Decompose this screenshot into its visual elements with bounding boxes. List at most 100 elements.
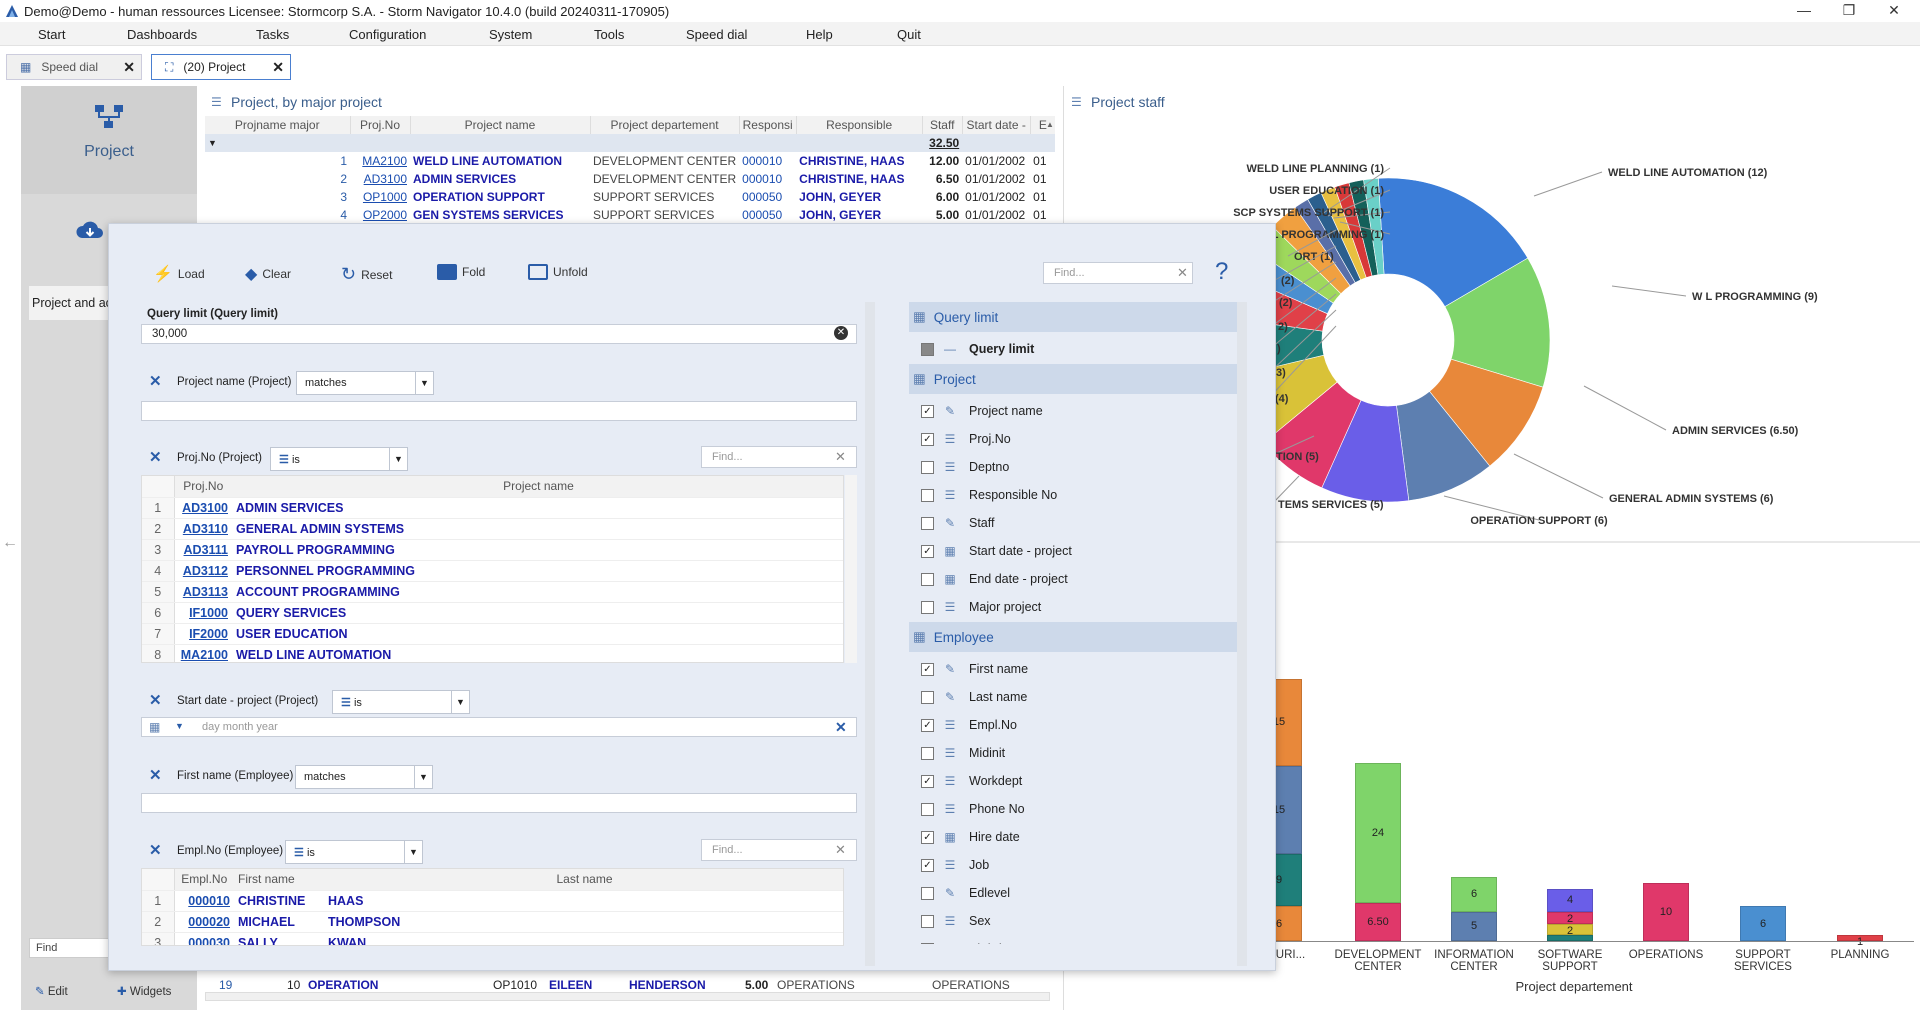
tree-item-hire-date[interactable]: ✓ ▦ Hire date <box>921 824 1020 850</box>
tree-item-birthdate[interactable]: ▦ Birthdate <box>921 936 1019 944</box>
col-header[interactable]: Responsible <box>796 116 923 134</box>
menu-tools[interactable]: Tools <box>594 27 624 42</box>
cloud-download-icon[interactable] <box>76 220 104 242</box>
remove-filter-icon[interactable]: ✕ <box>149 691 162 709</box>
col-header[interactable]: Project departement <box>590 116 740 134</box>
proj-no-find-input[interactable]: Find... <box>701 446 857 468</box>
edit-button[interactable]: ✎ Edit <box>35 984 68 998</box>
expand-icon[interactable]: ▼ <box>901 312 902 322</box>
list-item[interactable]: 4 AD3112 PERSONNEL PROGRAMMING <box>142 560 843 582</box>
list-item[interactable]: 7 IF2000 USER EDUCATION <box>142 623 843 645</box>
tab-speed-dial[interactable]: ▦ Speed dial ✕ <box>6 54 142 80</box>
proj-no-link[interactable]: MA2100 <box>350 152 410 170</box>
list-item[interactable]: 1 AD3100 ADMIN SERVICES <box>142 497 843 519</box>
dialog-find-input[interactable]: Find... <box>1043 262 1193 284</box>
table-row[interactable]: 2 AD3100 ADMIN SERVICES DEVELOPMENT CENTER 0… <box>205 170 1055 188</box>
calendar-icon[interactable]: ▦ <box>149 720 160 734</box>
start-date-input[interactable]: day month year <box>141 717 857 737</box>
checkbox[interactable] <box>921 942 934 944</box>
proj-no-link[interactable]: AD3100 <box>350 170 410 188</box>
proj-no-link[interactable]: OP2000 <box>350 206 410 224</box>
expand-icon[interactable]: ▼ <box>205 134 350 152</box>
chevron-down-icon[interactable]: ▼ <box>175 721 184 731</box>
tree-item-deptno[interactable]: ☰ Deptno <box>921 454 1009 480</box>
checkbox[interactable] <box>921 746 934 760</box>
bar-segment[interactable]: 4 <box>1547 888 1593 912</box>
query-limit-input[interactable]: 30,000 <box>141 324 857 344</box>
first-name-input[interactable] <box>141 793 857 813</box>
col-header[interactable]: Responsi <box>739 116 797 134</box>
checkbox[interactable] <box>921 600 934 614</box>
project-name-input[interactable] <box>141 401 857 421</box>
checkbox[interactable] <box>921 802 934 816</box>
tree-item-workdept[interactable]: ✓ ☰ Workdept <box>921 768 1022 794</box>
close-tab-icon[interactable]: ✕ <box>272 59 284 76</box>
col-header[interactable]: Empl.No <box>174 869 234 891</box>
menu-icon[interactable]: ☰ <box>211 95 222 109</box>
bar-segment[interactable]: 6.50 <box>1355 903 1401 941</box>
list-item[interactable]: 5 AD3113 ACCOUNT PROGRAMMING <box>142 581 843 603</box>
tree-item-major-project[interactable]: ☰ Major project <box>921 594 1041 620</box>
checkbox[interactable]: ✓ <box>921 858 934 872</box>
col-header[interactable]: Project name <box>410 116 591 134</box>
tree-item-query-limit[interactable]: — Query limit <box>921 336 1034 362</box>
sidebar-find-input[interactable]: Find <box>29 938 119 958</box>
clear-button[interactable]: ◆ Clear <box>245 264 291 284</box>
tree-item-midinit[interactable]: ☰ Midinit <box>921 740 1005 766</box>
menu-quit[interactable]: Quit <box>897 27 921 42</box>
menu-start[interactable]: Start <box>38 27 65 42</box>
col-header[interactable]: Last name <box>324 869 843 891</box>
tree-group-query-limit[interactable]: ▼ ▦ Query limit <box>901 302 1241 332</box>
operator-select[interactable]: ☰ is ▼ <box>332 690 470 714</box>
clear-find-icon[interactable]: ✕ <box>835 449 846 465</box>
operator-select[interactable]: ☰ is ▼ <box>285 840 423 864</box>
operator-select[interactable]: matches ▼ <box>295 765 433 789</box>
clear-find-icon[interactable]: ✕ <box>835 842 846 858</box>
menu-icon[interactable]: ☰ <box>1071 95 1082 109</box>
tree-item-responsible-no[interactable]: ☰ Responsible No <box>921 482 1057 508</box>
checkbox[interactable]: ✓ <box>921 404 934 418</box>
bar-segment[interactable]: 6 <box>1451 876 1497 912</box>
fold-button[interactable]: Fold <box>437 264 485 280</box>
checkbox[interactable] <box>921 886 934 900</box>
checkbox[interactable]: ✓ <box>921 432 934 446</box>
list-item[interactable]: 1 000010 CHRISTINE HAAS <box>142 890 843 912</box>
tree-item-staff[interactable]: ✎ Staff <box>921 510 994 536</box>
menu-configuration[interactable]: Configuration <box>349 27 426 42</box>
list-item[interactable]: 2 000020 MICHAEL THOMPSON <box>142 911 843 933</box>
proj-no-link[interactable]: OP1000 <box>350 188 410 206</box>
close-tab-icon[interactable]: ✕ <box>123 59 135 76</box>
clear-date-icon[interactable]: ✕ <box>835 719 847 736</box>
checkbox[interactable] <box>921 460 934 474</box>
col-header[interactable]: Projname major <box>205 116 351 134</box>
operator-select[interactable]: matches ▼ <box>296 371 434 395</box>
tree-item-proj-no[interactable]: ✓ ☰ Proj.No <box>921 426 1011 452</box>
minimize-button[interactable]: — <box>1781 0 1827 22</box>
tab-project[interactable]: ⛶ (20) Project ✕ <box>151 54 291 80</box>
list-scrollbar[interactable] <box>845 475 857 663</box>
tree-item-end-date-project[interactable]: ▦ End date - project <box>921 566 1068 592</box>
restore-button[interactable]: ❐ <box>1826 0 1872 22</box>
list-item[interactable]: 3 000030 SALLY KWAN <box>142 932 843 945</box>
collapse-arrow-icon[interactable]: ← <box>2 534 18 552</box>
checkbox[interactable]: ✓ <box>921 662 934 676</box>
filters-scrollbar[interactable] <box>865 302 875 966</box>
remove-filter-icon[interactable]: ✕ <box>149 766 162 784</box>
menu-dashboards[interactable]: Dashboards <box>127 27 197 42</box>
list-item[interactable]: 6 IF1000 QUERY SERVICES <box>142 602 843 624</box>
project-tile[interactable]: Project <box>21 86 197 194</box>
help-icon[interactable]: ? <box>1215 258 1228 286</box>
menu-system[interactable]: System <box>489 27 532 42</box>
tree-item-project-name[interactable]: ✓ ✎ Project name <box>921 398 1043 424</box>
menu-help[interactable]: Help <box>806 27 833 42</box>
empl-no-find-input[interactable]: Find... <box>701 839 857 861</box>
tree-item-sex[interactable]: ☰ Sex <box>921 908 991 934</box>
bar-segment[interactable]: 6 <box>1740 906 1786 941</box>
checkbox[interactable] <box>921 914 934 928</box>
col-header[interactable]: Proj.No <box>350 116 411 134</box>
tree-group-employee[interactable]: ▼ ▦ Employee <box>901 622 1241 652</box>
table-row[interactable]: 4 OP2000 GEN SYSTEMS SERVICES SUPPORT SERVI… <box>205 206 1055 224</box>
tree-item-edlevel[interactable]: ✎ Edlevel <box>921 880 1010 906</box>
col-header[interactable]: Staff <box>922 116 963 134</box>
list-item[interactable]: 8 MA2100 WELD LINE AUTOMATION <box>142 644 843 662</box>
